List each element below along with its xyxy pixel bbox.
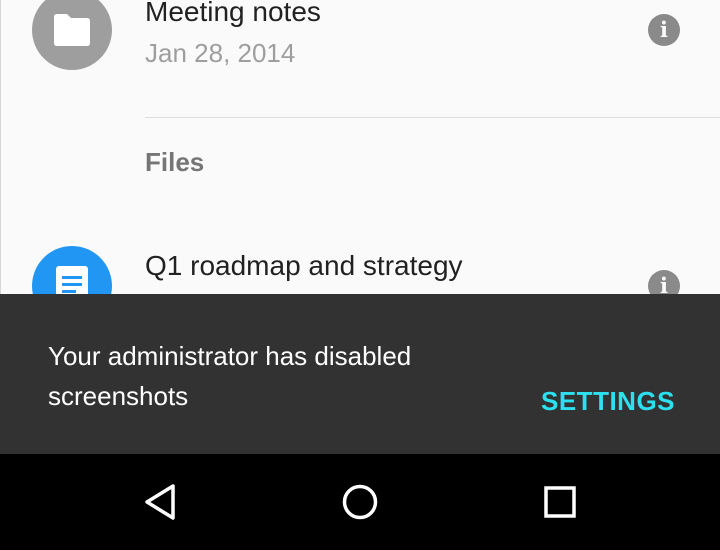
info-icon[interactable]: i	[648, 14, 680, 46]
list-item-meeting-notes[interactable]: Meeting notes Jan 28, 2014 i	[0, 0, 720, 110]
home-button[interactable]	[320, 468, 400, 536]
folder-avatar	[32, 0, 112, 70]
recents-icon	[544, 486, 576, 518]
folder-icon	[54, 14, 90, 46]
section-header-files: Files	[145, 147, 205, 177]
list-divider	[145, 117, 720, 118]
item-title: Meeting notes	[145, 0, 321, 27]
settings-button[interactable]: SETTINGS	[541, 386, 675, 417]
back-icon	[145, 484, 175, 520]
recents-button[interactable]	[520, 468, 600, 536]
back-button[interactable]	[120, 468, 200, 536]
snackbar-message: Your administrator has disabled screensh…	[48, 341, 412, 411]
home-icon	[342, 484, 378, 520]
item-date: Jan 28, 2014	[145, 38, 296, 68]
navigation-bar	[0, 454, 720, 550]
item-title: Q1 roadmap and strategy	[145, 250, 463, 281]
